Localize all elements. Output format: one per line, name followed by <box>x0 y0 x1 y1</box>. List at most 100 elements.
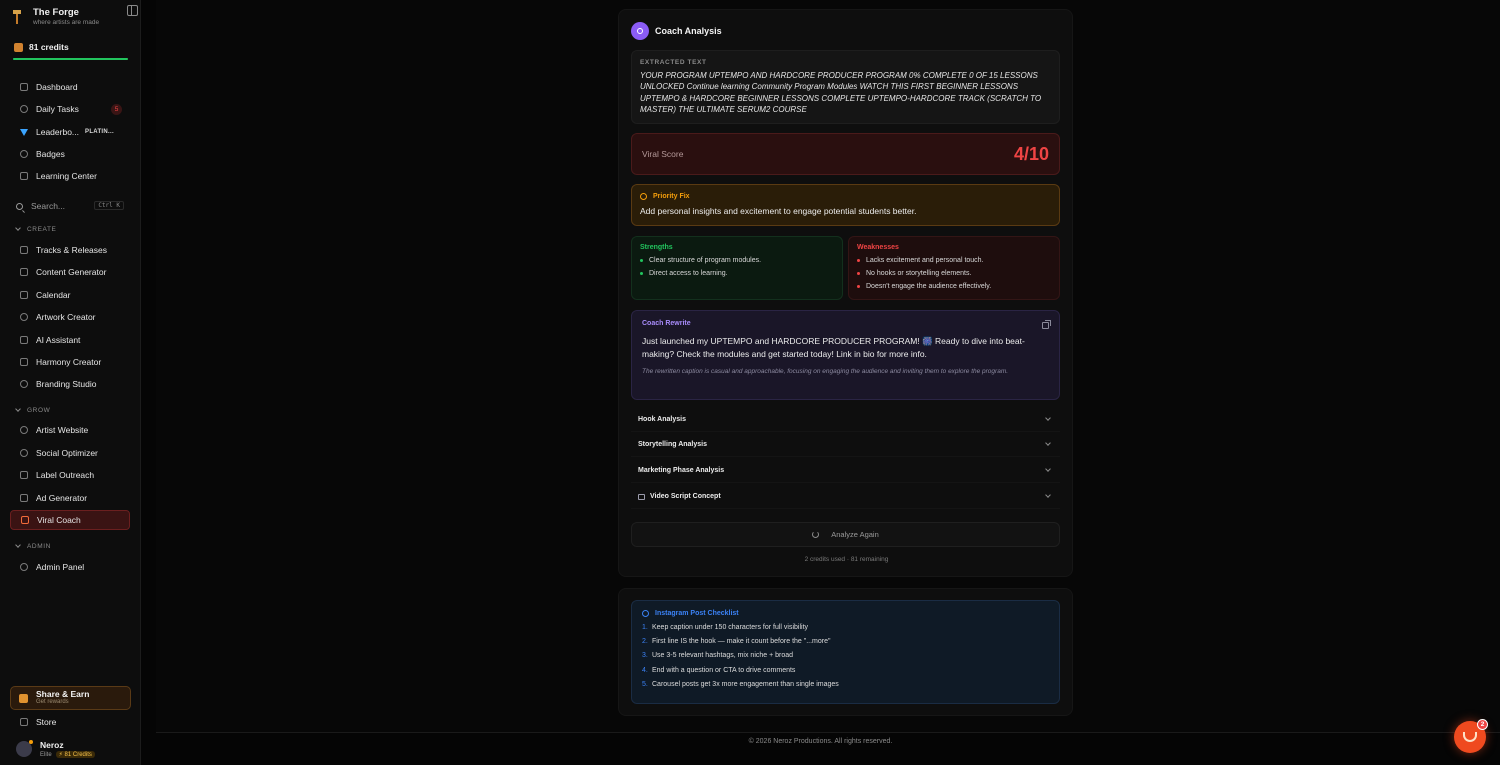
sidebar-item-harmony-creator[interactable]: Harmony Creator <box>10 352 130 372</box>
clock-icon <box>20 105 28 113</box>
analyze-again-button[interactable]: Analyze Again <box>631 522 1060 547</box>
credits-progress-fill <box>13 58 128 60</box>
sparkle-icon <box>20 336 28 344</box>
viral-score-value: 4/10 <box>1013 143 1049 164</box>
coach-title: Coach Analysis <box>655 26 722 36</box>
sidebar-search[interactable]: Search... Ctrl K <box>10 198 130 214</box>
list-item: 3. Use 3-5 relevant hashtags, mix niche +… <box>642 652 794 660</box>
sidebar-item-label: Learning Center <box>36 171 97 181</box>
accordion-label: Marketing Phase Analysis <box>638 467 725 474</box>
accordion-storytelling-analysis[interactable]: Storytelling Analysis <box>631 433 1060 457</box>
list-item: 1. Keep caption under 150 characters for … <box>642 624 809 631</box>
sidebar-item-label: Tracks & Releases <box>36 245 108 255</box>
sidebar-item-admin-panel[interactable]: Admin Panel <box>10 557 130 577</box>
share-earn-button[interactable]: Share & Earn Get rewards <box>10 686 131 710</box>
sidebar-item-calendar[interactable]: Calendar <box>10 285 130 305</box>
sidebar-item-label: Dashboard <box>36 82 78 92</box>
rewrite-label: Coach Rewrite <box>642 320 691 327</box>
chevron-down-icon <box>1045 492 1051 498</box>
strengths-panel: Strengths Clear structure of program mod… <box>631 236 843 300</box>
sidebar-item-label: Social Optimizer <box>36 448 98 458</box>
diamond-icon <box>20 128 28 136</box>
palette-icon <box>20 313 28 321</box>
list-item: 4. End with a question or CTA to drive co… <box>642 666 796 674</box>
instagram-checklist-card: Instagram Post Checklist 1. Keep caption … <box>618 588 1073 716</box>
wand-icon <box>20 268 28 276</box>
section-admin[interactable]: ADMIN <box>15 542 51 550</box>
copy-icon[interactable] <box>1042 320 1051 329</box>
chevron-down-icon <box>1045 415 1051 421</box>
target-icon <box>631 22 649 40</box>
graduation-cap-icon <box>20 172 28 180</box>
store-icon <box>20 718 28 726</box>
accordion-hook-analysis[interactable]: Hook Analysis <box>631 408 1060 432</box>
extracted-label: EXTRACTED TEXT <box>640 59 707 66</box>
sidebar-item-daily-tasks[interactable]: Daily Tasks 5 <box>10 99 130 119</box>
extracted-text-panel: EXTRACTED TEXT YOUR PROGRAM UPTEMPO AND … <box>631 50 1060 124</box>
user-name: Neroz <box>40 740 64 750</box>
priority-label: Priority Fix <box>653 193 690 200</box>
credit-coin-icon <box>14 42 23 52</box>
brand[interactable]: The Forge where artists are made <box>10 5 135 29</box>
priority-text: Add personal insights and excitement to … <box>640 206 917 216</box>
sidebar-item-label: Leaderbo... <box>36 127 80 137</box>
sidebar-toggle-icon[interactable] <box>127 5 138 16</box>
sidebar-item-dashboard[interactable]: Dashboard <box>10 77 130 97</box>
section-label: ADMIN <box>27 543 51 550</box>
sidebar-item-learning-center[interactable]: Learning Center <box>10 166 130 186</box>
sidebar-item-viral-coach[interactable]: Viral Coach <box>10 510 130 530</box>
weaknesses-panel: Weaknesses Lacks excitement and personal… <box>848 236 1060 300</box>
coach-rewrite-panel: Coach Rewrite Just launched my UPTEMPO a… <box>631 310 1060 400</box>
sidebar-item-label: Calendar <box>36 290 71 300</box>
sidebar-item-label: Store <box>36 717 57 727</box>
sidebar-item-label: Artist Website <box>36 425 89 435</box>
sidebar-item-ad-generator[interactable]: Ad Generator <box>10 488 130 508</box>
sidebar-item-label-outreach[interactable]: Label Outreach <box>10 465 130 485</box>
extracted-text: YOUR PROGRAM UPTEMPO AND HARDCORE PRODUC… <box>640 71 1042 115</box>
section-create[interactable]: CREATE <box>15 225 56 233</box>
checklist-title: Instagram Post Checklist <box>655 610 739 617</box>
sidebar-item-label: AI Assistant <box>36 335 81 345</box>
gift-icon <box>19 693 28 703</box>
sidebar-item-badges[interactable]: Badges <box>10 144 130 164</box>
share-subtitle: Get rewards <box>36 699 69 706</box>
brand-subtitle: where artists are made <box>33 19 100 27</box>
sidebar-item-label: Viral Coach <box>37 515 81 525</box>
avatar <box>16 740 33 757</box>
chevron-down-icon <box>15 406 21 412</box>
brand-title: The Forge <box>33 6 79 18</box>
viral-score-panel: Viral Score 4/10 <box>631 133 1060 175</box>
strengths-label: Strengths <box>640 244 673 251</box>
accordion-label: Video Script Concept <box>650 493 721 500</box>
accordion-marketing-phase-analysis[interactable]: Marketing Phase Analysis <box>631 459 1060 483</box>
sidebar-item-store[interactable]: Store <box>10 712 130 732</box>
section-grow[interactable]: GROW <box>15 406 50 414</box>
sidebar-item-artwork-creator[interactable]: Artwork Creator <box>10 307 130 327</box>
user-profile[interactable]: Neroz Elite ⚡ 81 Credits <box>16 737 131 761</box>
analyze-again-label: Analyze Again <box>831 530 879 539</box>
sidebar-item-artist-website[interactable]: Artist Website <box>10 420 130 440</box>
sidebar-item-tracks-releases[interactable]: Tracks & Releases <box>10 240 130 260</box>
sidebar-item-social-optimizer[interactable]: Social Optimizer <box>10 443 130 463</box>
list-item: Doesn't engage the audience effectively. <box>857 280 1051 293</box>
brush-icon <box>20 380 28 388</box>
sidebar-item-leaderboard[interactable]: Leaderbo... PLATIN... <box>10 122 130 142</box>
main-content: Coach Analysis EXTRACTED TEXT YOUR PROGR… <box>141 0 1500 765</box>
sidebar-item-branding-studio[interactable]: Branding Studio <box>10 374 130 394</box>
medal-icon <box>20 150 28 158</box>
chevron-down-icon <box>1045 466 1051 472</box>
accordion-label: Hook Analysis <box>638 416 686 423</box>
search-placeholder: Search... <box>31 201 66 211</box>
sidebar-item-ai-assistant[interactable]: AI Assistant <box>10 330 130 350</box>
calendar-icon <box>20 291 28 299</box>
sidebar-item-content-generator[interactable]: Content Generator <box>10 262 130 282</box>
music-note-icon <box>20 358 28 366</box>
grid-icon <box>20 83 28 91</box>
film-icon <box>638 493 645 500</box>
accordion-video-script-concept[interactable]: Video Script Concept <box>631 485 1060 509</box>
sidebar: The Forge where artists are made 81 cred… <box>0 0 141 765</box>
content-frame: Coach Analysis EXTRACTED TEXT YOUR PROGR… <box>156 0 1500 733</box>
sidebar-item-label: Label Outreach <box>36 470 95 480</box>
refresh-icon <box>812 531 820 538</box>
sidebar-item-label: Branding Studio <box>36 379 97 389</box>
